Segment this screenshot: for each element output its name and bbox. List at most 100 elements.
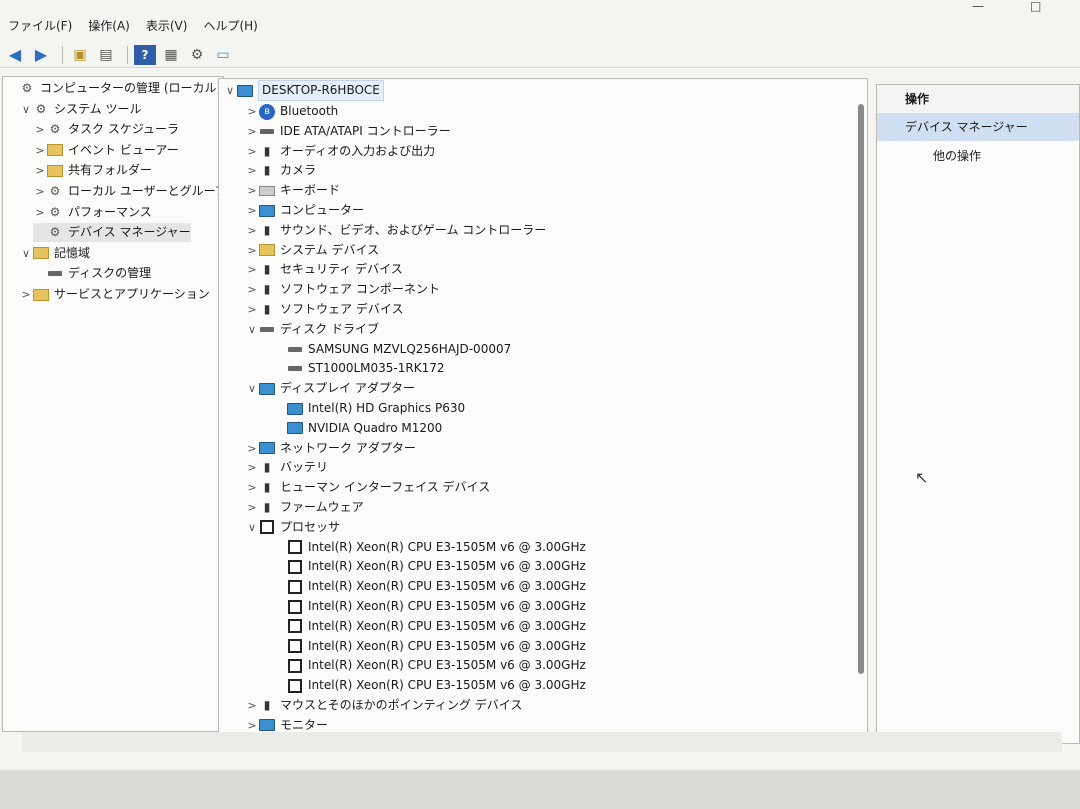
tree-item-label: Intel(R) Xeon(R) CPU E3-1505M v6 @ 3.00G… xyxy=(308,599,586,613)
chevron-right-icon[interactable]: > xyxy=(33,203,47,222)
chevron-right-icon[interactable]: > xyxy=(245,102,259,121)
minimize-button[interactable]: — xyxy=(972,0,984,12)
tree-item[interactable]: > ▮ カメラ xyxy=(245,161,316,180)
tree-item[interactable]: > ▮ オーディオの入力および出力 xyxy=(245,142,435,161)
processor-icon xyxy=(287,539,303,555)
chevron-right-icon[interactable]: > xyxy=(245,161,259,180)
tree-item-label: ST1000LM035-1RK172 xyxy=(308,361,445,376)
tree-item[interactable]: > ▮ セキュリティ デバイス xyxy=(245,260,402,279)
tree-item[interactable]: > ▮ ヒューマン インターフェイス デバイス xyxy=(245,478,490,497)
maximize-button[interactable]: □ xyxy=(1030,0,1041,12)
chevron-right-icon[interactable]: > xyxy=(245,478,259,497)
toolbar-separator xyxy=(127,45,128,64)
tree-item[interactable]: > ▮ ファームウェア xyxy=(245,498,363,517)
keyboard-icon xyxy=(259,183,275,199)
chevron-right-icon[interactable]: > xyxy=(245,221,259,240)
chevron-right-icon[interactable]: > xyxy=(245,201,259,220)
tree-item[interactable]: > サービスとアプリケーション xyxy=(19,285,209,304)
chevron-right-icon[interactable]: > xyxy=(245,300,259,319)
chevron-right-icon[interactable]: > xyxy=(33,161,47,180)
menu-file[interactable]: ファイル(F) xyxy=(0,12,80,40)
tree-item[interactable]: ⚙ デバイス マネージャー xyxy=(33,223,191,243)
device-icon: ▮ xyxy=(263,222,271,237)
tree-item[interactable]: Intel(R) Xeon(R) CPU E3-1505M v6 @ 3.00G… xyxy=(273,557,586,576)
chevron-right-icon[interactable]: > xyxy=(245,696,259,715)
tree-item[interactable]: > イベント ビューアー xyxy=(33,141,178,160)
chevron-right-icon[interactable]: > xyxy=(245,498,259,517)
chevron-right-icon[interactable]: > xyxy=(245,260,259,279)
menu-help[interactable]: ヘルプ(H) xyxy=(195,12,265,40)
menu-action[interactable]: 操作(A) xyxy=(80,12,138,40)
back-arrow-icon[interactable]: ◀ xyxy=(4,45,26,65)
monitor-icon xyxy=(259,203,275,219)
tree-item[interactable]: > ⚙ ローカル ユーザーとグループ xyxy=(33,182,223,201)
chevron-right-icon[interactable]: > xyxy=(245,458,259,477)
tree-item[interactable]: Intel(R) Xeon(R) CPU E3-1505M v6 @ 3.00G… xyxy=(273,637,586,656)
chevron-down-icon[interactable]: ∨ xyxy=(245,379,259,398)
vertical-scrollbar[interactable] xyxy=(858,104,864,674)
tree-item[interactable]: > 共有フォルダー xyxy=(33,161,152,180)
tree-item[interactable]: ディスクの管理 xyxy=(33,264,151,283)
processor-icon xyxy=(259,519,275,535)
tree-item[interactable]: > コンピューター xyxy=(245,201,364,220)
device-tree-root[interactable]: ∨ DESKTOP-R6HBOCE xyxy=(223,80,384,101)
tree-item[interactable]: > ▮ バッテリ xyxy=(245,458,328,477)
chevron-right-icon[interactable]: > xyxy=(19,285,33,304)
action-device-manager[interactable]: デバイス マネージャー xyxy=(877,113,1079,141)
forward-arrow-icon[interactable]: ▶ xyxy=(30,45,52,65)
tree-item[interactable]: ∨ 記憶域 xyxy=(19,244,90,263)
device-scan-icon[interactable]: ⚙ xyxy=(186,45,208,65)
tree-item[interactable]: ∨ ⚙ システム ツール xyxy=(19,100,142,119)
chevron-right-icon[interactable]: > xyxy=(245,439,259,458)
chevron-right-icon[interactable]: > xyxy=(245,181,259,200)
chevron-right-icon[interactable]: > xyxy=(245,280,259,299)
tree-item[interactable]: > ⚙ パフォーマンス xyxy=(33,203,151,222)
tree-item[interactable]: > キーボード xyxy=(245,181,340,200)
action-more-actions[interactable]: 他の操作 xyxy=(877,143,1079,169)
chevron-right-icon[interactable]: > xyxy=(33,182,47,201)
tree-item-label: IDE ATA/ATAPI コントローラー xyxy=(280,123,451,138)
properties-icon[interactable]: ▤ xyxy=(95,45,117,65)
tree-item[interactable]: > ʙ Bluetooth xyxy=(245,102,338,121)
folder-up-icon[interactable]: ▣ xyxy=(69,45,91,65)
tree-item[interactable]: > ▮ マウスとそのほかのポインティング デバイス xyxy=(245,696,522,715)
tree-item[interactable]: ∨ プロセッサ xyxy=(245,518,340,537)
tree-item[interactable]: SAMSUNG MZVLQ256HAJD-00007 xyxy=(273,340,511,359)
tree-item[interactable]: > IDE ATA/ATAPI コントローラー xyxy=(245,122,451,141)
tree-item[interactable]: ∨ ディスク ドライブ xyxy=(245,320,379,339)
chevron-down-icon[interactable]: ∨ xyxy=(19,244,33,263)
tree-item[interactable]: > ▮ サウンド、ビデオ、およびゲーム コントローラー xyxy=(245,221,546,240)
tree-item[interactable]: > ⚙ タスク スケジューラ xyxy=(33,120,179,139)
tree-item[interactable]: Intel(R) Xeon(R) CPU E3-1505M v6 @ 3.00G… xyxy=(273,597,586,616)
chevron-right-icon[interactable]: > xyxy=(33,120,47,139)
tree-item[interactable]: NVIDIA Quadro M1200 xyxy=(273,419,442,438)
chevron-down-icon[interactable]: ∨ xyxy=(223,81,237,100)
tree-item[interactable]: Intel(R) Xeon(R) CPU E3-1505M v6 @ 3.00G… xyxy=(273,538,586,557)
monitor-icon[interactable]: ▭ xyxy=(212,45,234,65)
tree-item[interactable]: ST1000LM035-1RK172 xyxy=(273,359,445,378)
view-icon[interactable]: ▦ xyxy=(160,45,182,65)
chevron-down-icon[interactable]: ∨ xyxy=(245,320,259,339)
tree-item[interactable]: ∨ ディスプレイ アダプター xyxy=(245,379,415,398)
tree-item[interactable]: Intel(R) Xeon(R) CPU E3-1505M v6 @ 3.00G… xyxy=(273,676,586,695)
chevron-down-icon[interactable]: ∨ xyxy=(19,100,33,119)
chevron-right-icon[interactable]: > xyxy=(33,141,47,160)
chevron-down-icon[interactable]: ∨ xyxy=(245,518,259,537)
tree-item[interactable]: > ▮ ソフトウェア デバイス xyxy=(245,300,403,319)
menu-view[interactable]: 表示(V) xyxy=(138,12,196,40)
tree-item[interactable]: > ▮ ソフトウェア コンポーネント xyxy=(245,280,439,299)
chevron-right-icon[interactable]: > xyxy=(245,122,259,141)
tree-item[interactable]: Intel(R) Xeon(R) CPU E3-1505M v6 @ 3.00G… xyxy=(273,617,586,636)
help-icon[interactable]: ? xyxy=(134,44,156,65)
chevron-right-icon[interactable]: > xyxy=(245,241,259,260)
chevron-right-icon[interactable]: > xyxy=(245,142,259,161)
tree-item[interactable]: ⚙ コンピューターの管理 (ローカル) xyxy=(5,79,222,98)
tree-item[interactable]: > システム デバイス xyxy=(245,241,379,260)
tree-item[interactable]: > ネットワーク アダプター xyxy=(245,439,415,458)
tree-item-label: ディスプレイ アダプター xyxy=(280,381,415,396)
tree-item-label: ディスクの管理 xyxy=(68,266,152,281)
tree-item[interactable]: Intel(R) HD Graphics P630 xyxy=(273,399,465,418)
processor-icon xyxy=(287,658,303,674)
tree-item[interactable]: Intel(R) Xeon(R) CPU E3-1505M v6 @ 3.00G… xyxy=(273,656,586,675)
tree-item[interactable]: Intel(R) Xeon(R) CPU E3-1505M v6 @ 3.00G… xyxy=(273,577,586,596)
